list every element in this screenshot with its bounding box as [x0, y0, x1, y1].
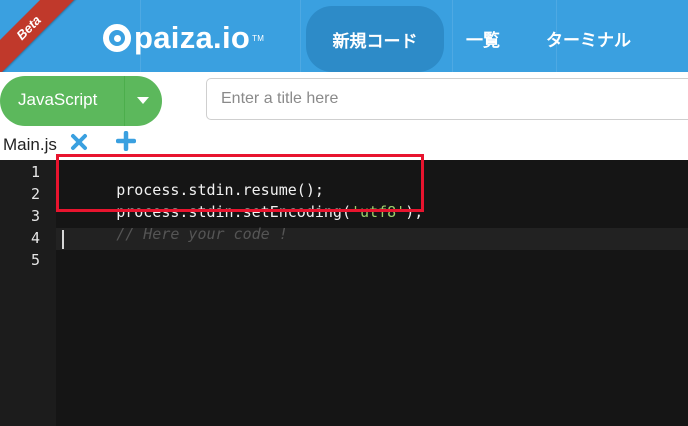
language-select-button[interactable]: JavaScript [0, 76, 162, 126]
title-input[interactable] [206, 78, 688, 120]
nav-list[interactable]: 一覧 [466, 26, 500, 51]
nav-terminal[interactable]: ターミナル [546, 26, 631, 51]
paiza-logo[interactable]: paiza.io TM [103, 18, 264, 58]
line-number: 1 [30, 163, 40, 181]
text-cursor [62, 230, 64, 249]
editor-toolbar: JavaScript [0, 72, 688, 128]
header-gridline [300, 0, 301, 80]
line-number-gutter: 1 2 3 4 5 [0, 160, 56, 426]
beta-ribbon: Beta [0, 0, 80, 79]
language-label: JavaScript [18, 90, 98, 109]
site-header: Beta paiza.io TM 新規コード 一覧 ターミナル [0, 0, 688, 80]
chevron-down-icon[interactable] [137, 97, 149, 104]
code-editor[interactable]: 1 2 3 4 5 process.stdin.resume(); proces… [0, 154, 688, 426]
app-root: Beta paiza.io TM 新規コード 一覧 ターミナル JavaScri… [0, 0, 688, 426]
line-number: 4 [30, 229, 40, 247]
logo-text: paiza.io [134, 20, 251, 55]
nav-new-code-label: 新規コード [332, 31, 418, 51]
line-number: 5 [30, 251, 40, 269]
logo-mark-icon [103, 24, 131, 52]
plus-icon[interactable] [116, 131, 136, 151]
code-comment: // Here your code ! [116, 225, 288, 243]
logo-trademark: TM [252, 33, 265, 43]
file-tab-main-js[interactable]: Main.js [3, 135, 57, 155]
code-line-3[interactable]: // Here your code ! [62, 207, 288, 261]
line-number: 2 [30, 185, 40, 203]
red-highlight-annotation [56, 154, 424, 212]
line-number: 3 [30, 207, 40, 225]
nav-new-code[interactable]: 新規コード [306, 6, 444, 72]
header-gridline [452, 0, 453, 80]
language-divider [124, 76, 125, 126]
close-icon[interactable] [70, 133, 88, 151]
